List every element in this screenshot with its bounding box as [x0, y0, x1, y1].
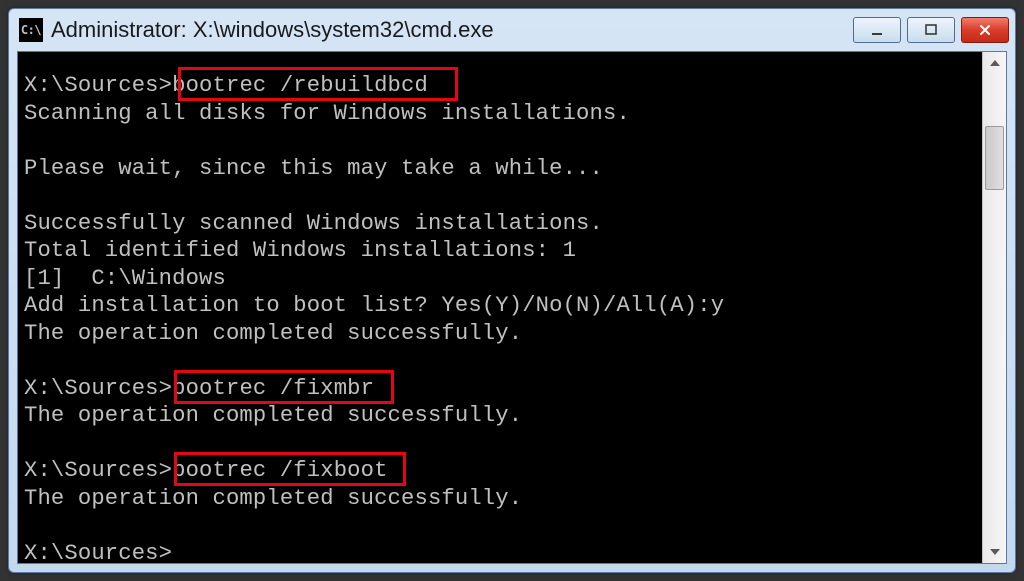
window-controls — [853, 17, 1009, 43]
terminal-line: Scanning all disks for Windows installat… — [24, 101, 630, 126]
terminal-line: The operation completed successfully. — [24, 486, 522, 511]
terminal-line: Successfully scanned Windows installatio… — [24, 211, 603, 236]
maximize-button[interactable] — [907, 17, 955, 43]
close-button[interactable] — [961, 17, 1009, 43]
chevron-up-icon — [990, 60, 1000, 66]
terminal-line: Please wait, since this may take a while… — [24, 156, 603, 181]
minimize-button[interactable] — [853, 17, 901, 43]
terminal-line: [1] C:\Windows — [24, 266, 226, 291]
scroll-track[interactable] — [983, 74, 1006, 541]
titlebar[interactable]: C:\ Administrator: X:\windows\system32\c… — [9, 9, 1015, 51]
scrollbar-vertical[interactable] — [982, 52, 1006, 563]
close-icon — [978, 23, 992, 37]
terminal-line: The operation completed successfully. — [24, 321, 522, 346]
terminal-line: Add installation to boot list? Yes(Y)/No… — [24, 293, 724, 318]
scroll-down-button[interactable] — [983, 541, 1006, 563]
terminal-line: The operation completed successfully. — [24, 403, 522, 428]
prompt: X:\Sources> — [24, 73, 172, 98]
terminal-line: Total identified Windows installations: … — [24, 238, 576, 263]
scroll-thumb[interactable] — [985, 126, 1004, 190]
terminal-output[interactable]: X:\Sources>bootrec /rebuildbcd Scanning … — [18, 52, 982, 563]
prompt: X:\Sources> — [24, 458, 172, 483]
window-title: Administrator: X:\windows\system32\cmd.e… — [51, 17, 845, 43]
command-rebuildbcd: bootrec /rebuildbcd — [172, 73, 428, 98]
scroll-up-button[interactable] — [983, 52, 1006, 74]
command-fixmbr: bootrec /fixmbr — [172, 376, 374, 401]
prompt: X:\Sources> — [24, 376, 172, 401]
cmd-window: C:\ Administrator: X:\windows\system32\c… — [8, 8, 1016, 573]
cmd-icon: C:\ — [19, 18, 43, 42]
prompt: X:\Sources> — [24, 541, 172, 565]
maximize-icon — [924, 23, 938, 37]
minimize-icon — [870, 23, 884, 37]
chevron-down-icon — [990, 549, 1000, 555]
command-fixboot: bootrec /fixboot — [172, 458, 387, 483]
client-area: X:\Sources>bootrec /rebuildbcd Scanning … — [17, 51, 1007, 564]
